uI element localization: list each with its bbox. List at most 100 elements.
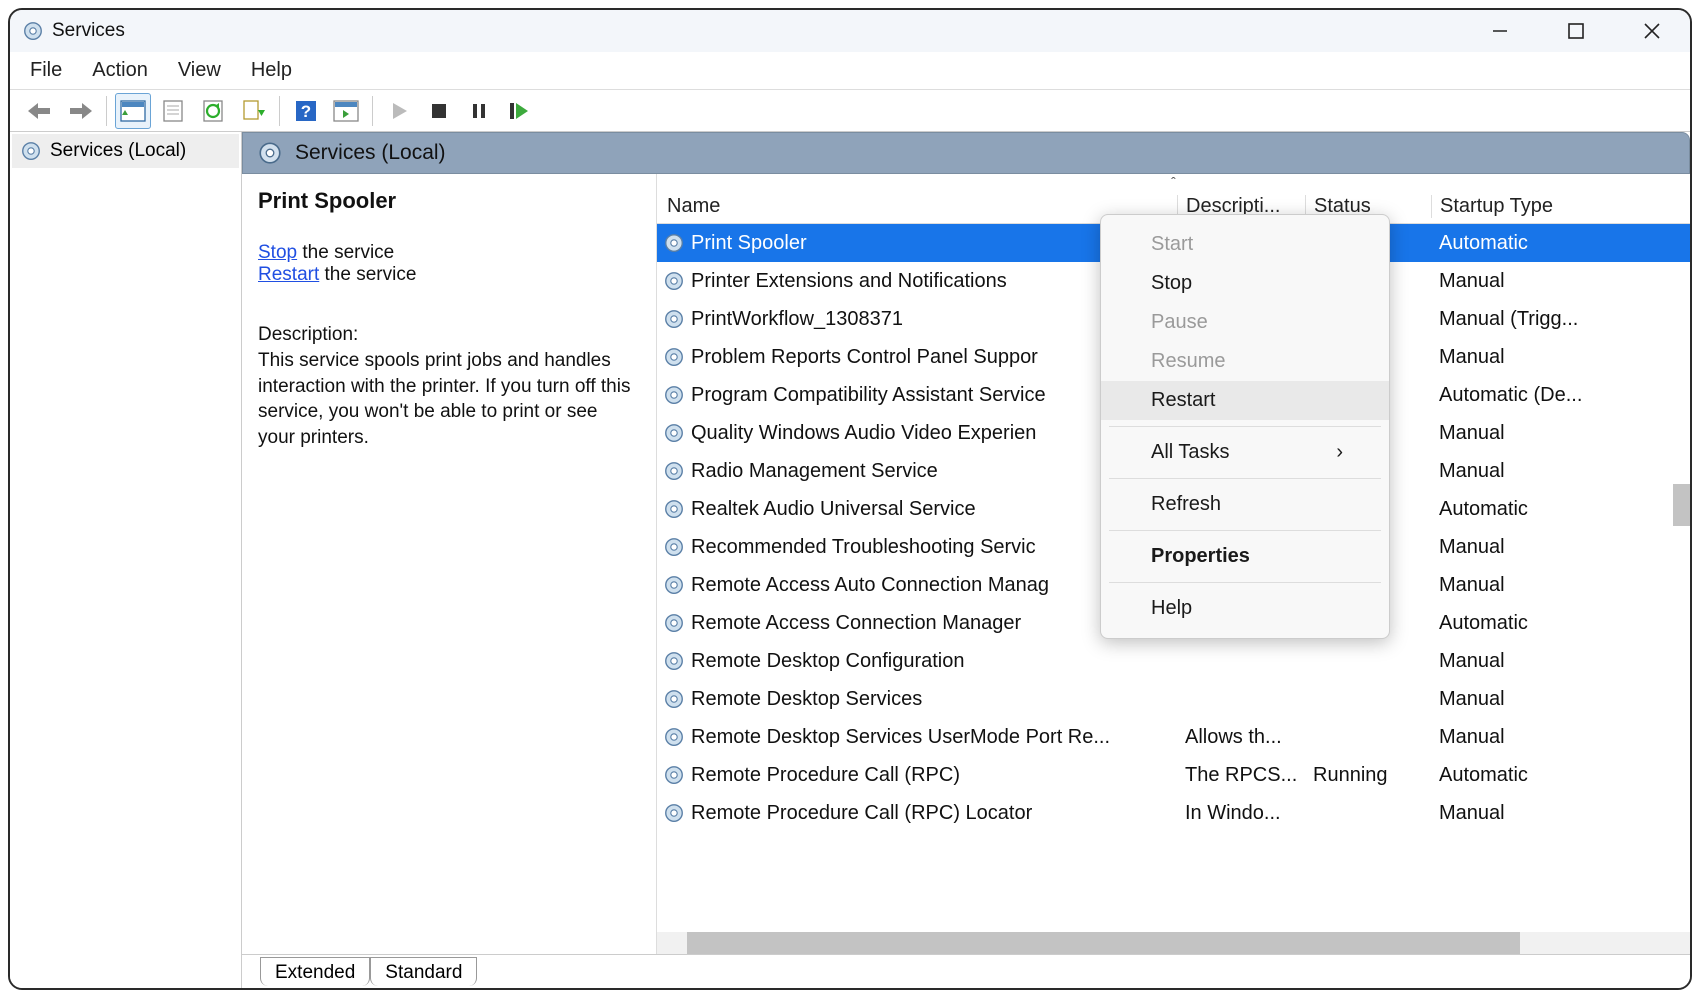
tab-standard[interactable]: Standard	[370, 957, 477, 986]
export-button[interactable]	[235, 93, 271, 129]
service-name: Remote Access Connection Manager	[691, 612, 1021, 635]
service-name: Remote Procedure Call (RPC) Locator	[691, 802, 1032, 825]
gear-icon	[663, 422, 685, 444]
tree-root-services-local[interactable]: Services (Local)	[12, 134, 239, 168]
tab-extended[interactable]: Extended	[260, 957, 370, 986]
detail-title: Print Spooler	[258, 188, 640, 214]
start-service-button[interactable]	[381, 93, 417, 129]
service-name: Remote Access Auto Connection Manag	[691, 574, 1049, 597]
service-row[interactable]: Remote Desktop Services Manual	[657, 680, 1690, 718]
maximize-button[interactable]	[1550, 13, 1602, 49]
service-startup: Manual (Trigg...	[1431, 308, 1690, 331]
col-name[interactable]: Name	[657, 195, 1177, 218]
gear-icon	[663, 612, 685, 634]
restart-service-line: Restart the service	[258, 264, 640, 286]
vertical-scrollbar-thumb[interactable]	[1673, 484, 1690, 526]
service-name: Recommended Troubleshooting Servic	[691, 536, 1036, 559]
ctx-refresh[interactable]: Refresh	[1101, 485, 1389, 524]
menu-file[interactable]: File	[30, 59, 62, 82]
gear-icon	[663, 384, 685, 406]
service-row[interactable]: Remote Desktop ConfigurationManual	[657, 642, 1690, 680]
gear-icon	[663, 650, 685, 672]
service-name: Quality Windows Audio Video Experien	[691, 422, 1036, 445]
restart-service-button[interactable]	[501, 93, 537, 129]
titlebar: Services	[10, 10, 1690, 52]
context-menu: Start Stop Pause Resume Restart All Task…	[1100, 214, 1390, 639]
description-body: This service spools print jobs and handl…	[258, 348, 638, 451]
service-name: Remote Desktop Services	[691, 688, 922, 711]
toolbar: ?	[10, 90, 1690, 132]
service-startup: Manual	[1431, 650, 1690, 673]
service-startup: Manual	[1431, 574, 1690, 597]
service-startup: Manual	[1431, 726, 1690, 749]
menu-view[interactable]: View	[178, 59, 221, 82]
action-pane-button[interactable]	[328, 93, 364, 129]
stop-link[interactable]: Stop	[258, 242, 297, 263]
service-startup: Manual	[1431, 688, 1690, 711]
horizontal-scrollbar[interactable]	[657, 932, 1690, 954]
gear-icon	[663, 764, 685, 786]
detail-panel: Print Spooler Stop the service Restart t…	[242, 174, 657, 954]
help-icon-button[interactable]: ?	[288, 93, 324, 129]
ctx-pause: Pause	[1101, 303, 1389, 342]
col-startup-type[interactable]: Startup Type	[1431, 195, 1690, 218]
gear-icon	[20, 140, 42, 162]
service-desc: The RPCS...	[1177, 764, 1305, 787]
service-name: Remote Desktop Services UserMode Port Re…	[691, 726, 1110, 749]
ctx-restart[interactable]: Restart	[1101, 381, 1389, 420]
ctx-start: Start	[1101, 225, 1389, 264]
svg-text:?: ?	[301, 102, 311, 121]
service-startup: Automatic	[1431, 498, 1690, 521]
pause-service-button[interactable]	[461, 93, 497, 129]
minimize-button[interactable]	[1474, 13, 1526, 49]
service-startup: Manual	[1431, 270, 1690, 293]
chevron-right-icon: ›	[1336, 441, 1343, 464]
menu-help[interactable]: Help	[251, 59, 292, 82]
back-button[interactable]	[22, 93, 58, 129]
service-startup: Manual	[1431, 422, 1690, 445]
service-name: Realtek Audio Universal Service	[691, 498, 976, 521]
gear-icon	[663, 346, 685, 368]
service-name: PrintWorkflow_1308371	[691, 308, 903, 331]
ctx-all-tasks[interactable]: All Tasks›	[1101, 433, 1389, 472]
service-desc: In Windo...	[1177, 802, 1305, 825]
service-startup: Automatic	[1431, 612, 1690, 635]
app-icon	[22, 20, 44, 42]
service-startup: Manual	[1431, 460, 1690, 483]
stop-service-button[interactable]	[421, 93, 457, 129]
restart-link[interactable]: Restart	[258, 264, 319, 285]
service-startup: Manual	[1431, 346, 1690, 369]
ctx-stop[interactable]: Stop	[1101, 264, 1389, 303]
service-startup: Manual	[1431, 536, 1690, 559]
window-title: Services	[52, 20, 125, 42]
gear-icon	[663, 688, 685, 710]
service-name: Problem Reports Control Panel Suppor	[691, 346, 1038, 369]
service-list[interactable]: ˆ Name Descripti... Status Startup Type …	[657, 174, 1690, 954]
gear-icon	[663, 460, 685, 482]
service-name: Radio Management Service	[691, 460, 938, 483]
gear-icon	[663, 498, 685, 520]
service-name: Printer Extensions and Notifications	[691, 270, 1007, 293]
gear-icon	[663, 574, 685, 596]
properties-button[interactable]	[155, 93, 191, 129]
show-hide-tree-button[interactable]	[115, 93, 151, 129]
service-startup: Manual	[1431, 802, 1690, 825]
service-row[interactable]: Remote Procedure Call (RPC) Locator In Wi…	[657, 794, 1690, 832]
service-name: Print Spooler	[691, 232, 807, 255]
pane-header-label: Services (Local)	[295, 141, 446, 165]
ctx-resume: Resume	[1101, 342, 1389, 381]
ctx-help[interactable]: Help	[1101, 589, 1389, 628]
menubar: File Action View Help	[10, 52, 1690, 90]
service-name: Remote Procedure Call (RPC)	[691, 764, 960, 787]
menu-action[interactable]: Action	[92, 59, 148, 82]
service-row[interactable]: Remote Desktop Services UserMode Port Re…	[657, 718, 1690, 756]
refresh-button[interactable]	[195, 93, 231, 129]
service-startup: Automatic	[1431, 232, 1690, 255]
close-button[interactable]	[1626, 13, 1678, 49]
ctx-properties[interactable]: Properties	[1101, 537, 1389, 576]
sort-indicator: ˆ	[657, 174, 1690, 190]
gear-icon	[663, 270, 685, 292]
gear-icon	[663, 308, 685, 330]
forward-button[interactable]	[62, 93, 98, 129]
service-row[interactable]: Remote Procedure Call (RPC)The RPCS...Ru…	[657, 756, 1690, 794]
